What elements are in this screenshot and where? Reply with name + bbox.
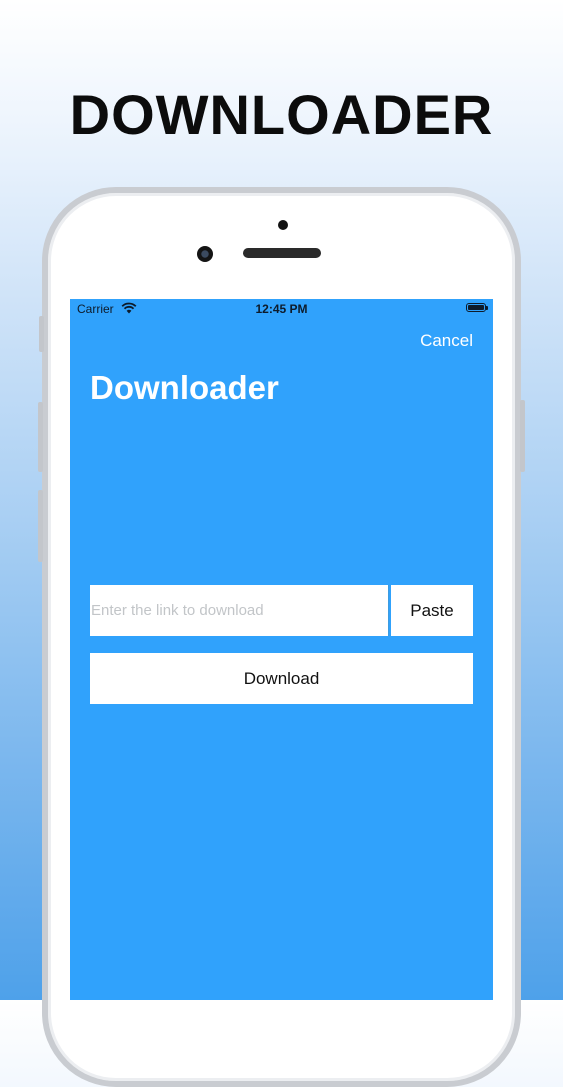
- page-title: Downloader: [90, 369, 279, 406]
- download-button[interactable]: Download: [90, 653, 473, 704]
- promo-title: DOWNLOADER: [69, 83, 494, 146]
- status-bar: Carrier 12:45 PM: [70, 299, 493, 319]
- proximity-sensor: [278, 220, 288, 230]
- phone-power-button: [520, 400, 525, 472]
- phone-volume-down: [38, 490, 43, 562]
- link-input[interactable]: [90, 585, 389, 636]
- paste-button[interactable]: Paste: [391, 585, 473, 636]
- status-time: 12:45 PM: [255, 302, 308, 316]
- phone-volume-up: [38, 402, 43, 472]
- battery-icon: [466, 303, 488, 312]
- front-camera-icon: [197, 246, 213, 262]
- cancel-button[interactable]: Cancel: [420, 331, 473, 351]
- app-screen: Carrier 12:45 PM Cancel Downloader Paste…: [70, 299, 493, 1000]
- phone-silent-switch: [39, 316, 44, 352]
- earpiece-speaker: [243, 248, 321, 258]
